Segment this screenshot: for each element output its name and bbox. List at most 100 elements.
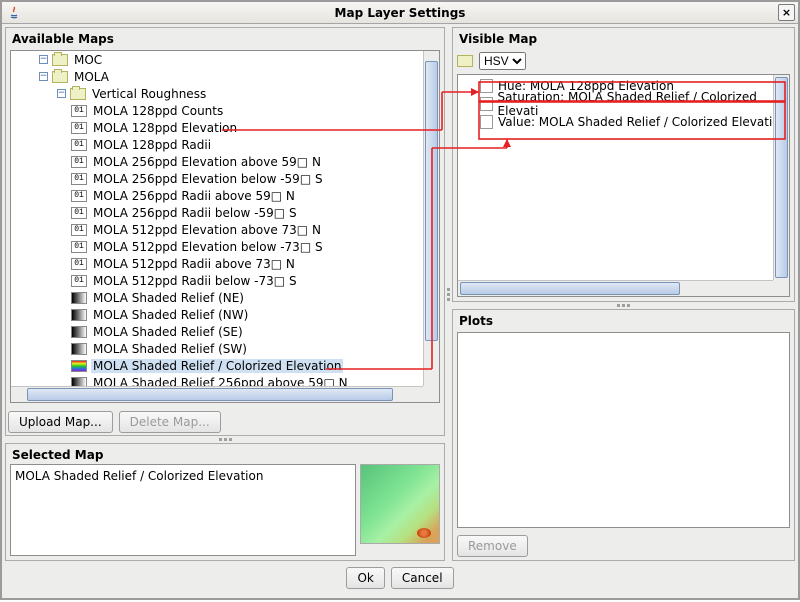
map-icon	[71, 309, 87, 321]
vertical-scrollbar[interactable]	[423, 51, 439, 386]
map-icon	[71, 377, 87, 387]
tree-label: MOLA 512ppd Elevation below -73□ S	[91, 240, 325, 254]
horizontal-scrollbar[interactable]	[11, 386, 423, 402]
expand-icon[interactable]: −	[39, 55, 48, 64]
upload-map-button[interactable]: Upload Map...	[8, 411, 113, 433]
main-split: Available Maps − MOC	[5, 27, 795, 561]
plots-area	[457, 332, 790, 528]
tree-leaf[interactable]: 01 MOLA 256ppd Radii above 59□ N	[11, 187, 423, 204]
tree-label: Vertical Roughness	[90, 87, 208, 101]
tree-label: MOLA Shaded Relief (NE)	[91, 291, 246, 305]
tree-node-vertical-roughness[interactable]: − Vertical Roughness	[11, 85, 423, 102]
available-maps-tree[interactable]: − MOC −	[11, 51, 423, 386]
tree-leaf[interactable]: MOLA Shaded Relief (NE)	[11, 289, 423, 306]
ok-button[interactable]: Ok	[346, 567, 384, 589]
doc-icon	[480, 79, 493, 93]
tree-label: MOLA 256ppd Elevation above 59□ N	[91, 155, 323, 169]
vertical-scrollbar[interactable]	[773, 75, 789, 280]
tree-label: MOLA 512ppd Elevation above 73□ N	[91, 223, 323, 237]
horizontal-splitter[interactable]	[5, 436, 445, 443]
tree-label-selected: MOLA Shaded Relief / Colorized Elevation	[91, 359, 343, 373]
tree-label: MOLA 256ppd Elevation below -59□ S	[91, 172, 325, 186]
doc-icon	[480, 115, 493, 129]
visible-item-label: Value: MOLA Shaded Relief / Colorized El…	[498, 115, 787, 129]
visible-map-item-saturation[interactable]: Saturation: MOLA Shaded Relief / Coloriz…	[476, 95, 789, 113]
map-icon: 01	[71, 224, 87, 236]
horizontal-splitter-right[interactable]	[452, 302, 795, 309]
visible-map-panel: Visible Map HSV Hue: MOLA 128ppd Elevati…	[452, 27, 795, 302]
dialog-window: Map Layer Settings × Available Maps	[0, 0, 800, 600]
available-maps-buttons: Upload Map... Delete Map...	[6, 407, 444, 435]
tree-leaf[interactable]: 01MOLA 128ppd Counts	[11, 102, 423, 119]
map-icon: 01	[71, 190, 87, 202]
map-icon: 01	[71, 275, 87, 287]
map-icon: 01	[71, 258, 87, 270]
available-maps-panel: Available Maps − MOC	[5, 27, 445, 436]
tree-label: MOLA Shaded Relief (NW)	[91, 308, 250, 322]
map-icon: 01	[71, 139, 87, 151]
tree-leaf[interactable]: 01 MOLA 256ppd Elevation below -59□ S	[11, 170, 423, 187]
hsv-select[interactable]: HSV	[479, 52, 526, 70]
dialog-buttons: Ok Cancel	[5, 561, 795, 595]
map-icon	[71, 360, 87, 372]
visible-item-label: Saturation: MOLA Shaded Relief / Coloriz…	[498, 90, 789, 118]
vertical-splitter[interactable]	[445, 27, 452, 561]
tree-leaf[interactable]: MOLA Shaded Relief (SW)	[11, 340, 423, 357]
close-icon: ×	[782, 6, 791, 19]
plots-panel: Plots Remove	[452, 309, 795, 561]
map-icon: 01	[71, 241, 87, 253]
tree-label: MOLA 256ppd Radii above 59□ N	[91, 189, 297, 203]
left-column: Available Maps − MOC	[5, 27, 445, 561]
tree-leaf[interactable]: 01 MOLA 256ppd Radii below -59□ S	[11, 204, 423, 221]
selected-map-preview	[360, 464, 440, 544]
tree-label: MOLA 128ppd Radii	[91, 138, 213, 152]
tree-leaf[interactable]: 01 MOLA 512ppd Radii above 73□ N	[11, 255, 423, 272]
map-icon	[71, 292, 87, 304]
titlebar: Map Layer Settings ×	[2, 2, 798, 24]
doc-icon	[480, 97, 493, 111]
map-icon: 01	[71, 207, 87, 219]
expand-icon[interactable]: −	[57, 89, 66, 98]
tree-label: MOLA 512ppd Radii above 73□ N	[91, 257, 297, 271]
tree-leaf[interactable]: 01 MOLA 512ppd Elevation above 73□ N	[11, 221, 423, 238]
tree-leaf-colorized[interactable]: MOLA Shaded Relief / Colorized Elevation	[11, 357, 423, 374]
cancel-button[interactable]: Cancel	[391, 567, 454, 589]
selected-map-name: MOLA Shaded Relief / Colorized Elevation	[10, 464, 356, 556]
close-button[interactable]: ×	[778, 4, 795, 21]
folder-icon	[70, 88, 86, 100]
tree-leaf[interactable]: 01MOLA 128ppd Elevation	[11, 119, 423, 136]
folder-icon	[52, 54, 68, 66]
tree-leaf[interactable]: 01 MOLA 256ppd Elevation above 59□ N	[11, 153, 423, 170]
map-icon	[71, 326, 87, 338]
available-maps-tree-container: − MOC −	[10, 50, 440, 403]
tree-node-moc[interactable]: − MOC	[11, 51, 423, 68]
delete-map-button[interactable]: Delete Map...	[119, 411, 221, 433]
right-column: Visible Map HSV Hue: MOLA 128ppd Elevati…	[452, 27, 795, 561]
tree-label: MOLA Shaded Relief (SW)	[91, 342, 249, 356]
tree-node-mola[interactable]: − MOLA	[11, 68, 423, 85]
visible-map-item-value[interactable]: Value: MOLA Shaded Relief / Colorized El…	[476, 113, 789, 131]
tree-leaf[interactable]: 01 MOLA 128ppd Radii	[11, 136, 423, 153]
folder-icon	[52, 71, 68, 83]
tree-leaf[interactable]: MOLA Shaded Relief 256ppd above 59□ N	[11, 374, 423, 386]
window-title: Map Layer Settings	[2, 6, 798, 20]
selected-map-panel: Selected Map MOLA Shaded Relief / Colori…	[5, 443, 445, 561]
scrollbar-corner	[773, 280, 789, 296]
tree-label: MOC	[72, 53, 104, 67]
tree-leaf[interactable]: 01 MOLA 512ppd Elevation below -73□ S	[11, 238, 423, 255]
available-maps-title: Available Maps	[6, 28, 444, 48]
map-icon: 01	[71, 156, 87, 168]
scrollbar-corner	[423, 386, 439, 402]
visible-map-list[interactable]: Hue: MOLA 128ppd Elevation Saturation: M…	[457, 74, 790, 297]
tree-leaf[interactable]: MOLA Shaded Relief (NW)	[11, 306, 423, 323]
map-icon: 01	[71, 173, 87, 185]
tree-leaf[interactable]: MOLA Shaded Relief (SE)	[11, 323, 423, 340]
tree-leaf[interactable]: 01MOLA 512ppd Radii below -73□ S	[11, 272, 423, 289]
remove-button[interactable]: Remove	[457, 535, 528, 557]
horizontal-scrollbar[interactable]	[458, 280, 773, 296]
map-icon	[71, 343, 87, 355]
tree-label: MOLA 256ppd Radii below -59□ S	[91, 206, 299, 220]
map-icon: 01	[71, 122, 87, 134]
expand-icon[interactable]: −	[39, 72, 48, 81]
content: Available Maps − MOC	[2, 24, 798, 598]
